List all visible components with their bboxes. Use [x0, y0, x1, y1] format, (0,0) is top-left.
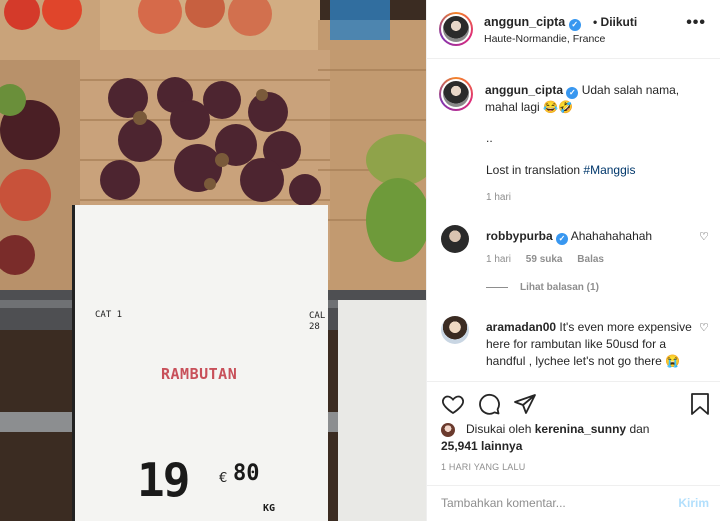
sign-category-right-line1: CAL [309, 311, 326, 321]
comment-input[interactable] [441, 496, 661, 510]
following-status[interactable]: • Diikuti [593, 15, 637, 29]
caption-line2: Lost in translation #Manggis [486, 163, 635, 177]
heart-icon[interactable] [441, 392, 465, 416]
caption-author-avatar[interactable] [439, 77, 473, 111]
sign-price-unit: KG [263, 503, 276, 514]
follow-label: Diikuti [600, 15, 638, 29]
likes-summary: Disukai oleh kerenina_sunny dan 25,941 l… [441, 421, 711, 455]
add-comment-bar: Kirim [427, 485, 720, 521]
replies-divider-line [486, 286, 508, 288]
sign-price-cents: 80 [233, 461, 260, 486]
view-replies-label: Lihat balasan (1) [520, 282, 599, 293]
caption-line2-text: Lost in translation [486, 163, 581, 177]
second-price-sign [338, 300, 426, 521]
commenter-username-link[interactable]: robbypurba [486, 229, 553, 243]
comment-time[interactable]: 1 hari [486, 254, 511, 265]
comment-reply-button[interactable]: Balas [577, 254, 604, 265]
author-avatar[interactable] [439, 12, 473, 46]
view-replies-button[interactable]: Lihat balasan (1) [486, 282, 599, 293]
liker-username-link[interactable]: kerenina_sunny [535, 422, 626, 436]
sign-price-currency: € [219, 471, 228, 486]
comment-meta: 1 hari 59 suka Balas [486, 254, 604, 265]
likes-and: dan [629, 422, 650, 436]
post-timestamp[interactable]: 1 HARI YANG LALU [441, 462, 525, 472]
caption-dots: .. [486, 131, 493, 145]
sign-product-name: RAMBUTAN [161, 365, 238, 383]
comment-like-heart-icon[interactable]: ♡ [699, 321, 709, 334]
likes-count-link[interactable]: 25,941 lainnya [441, 439, 522, 453]
author-username: anggun_cipta [484, 15, 566, 29]
liker-avatar [441, 423, 455, 437]
comment-text: Ahahahahahah [570, 229, 653, 243]
caption-text-block: anggun_cipta ✓ Udah salah nama, mahal la… [485, 82, 705, 116]
likes-prefix: Disukai oleh [466, 422, 532, 436]
sign-category-right-line2: 28 [309, 322, 320, 332]
post-comment-button[interactable]: Kirim [678, 496, 709, 510]
post-location-link[interactable]: Haute-Normandie, France [484, 33, 605, 45]
post-side-panel: anggun_cipta ✓ • Diikuti Haute-Normandie… [426, 0, 720, 521]
comment-icon[interactable] [477, 392, 501, 416]
price-sign: CAT 1 CAL 28 RAMBUTAN 19 € 80 KG [72, 205, 328, 521]
post-header: anggun_cipta ✓ • Diikuti Haute-Normandie… [427, 0, 720, 59]
commenter-username-link[interactable]: aramadan00 [486, 320, 556, 334]
hashtag-link[interactable]: #Manggis [583, 163, 635, 177]
more-options-icon[interactable]: ••• [686, 14, 706, 32]
verified-badge-icon: ✓ [566, 87, 579, 99]
follow-separator: • [593, 15, 598, 29]
share-icon[interactable] [513, 392, 537, 416]
commenter-avatar[interactable] [441, 225, 469, 253]
comment-text-block: aramadan00 It's even more expensive here… [486, 319, 694, 370]
author-username-link[interactable]: anggun_cipta ✓ [484, 15, 581, 31]
caption-username-link[interactable]: anggun_cipta [485, 83, 563, 97]
verified-badge-icon: ✓ [556, 233, 569, 245]
sign-price-whole: 19 [137, 453, 190, 507]
bookmark-icon[interactable] [689, 392, 711, 416]
comment-text-block: robbypurba ✓ Ahahahahahah [486, 228, 694, 245]
commenter-avatar[interactable] [441, 316, 469, 344]
caption-time[interactable]: 1 hari [486, 192, 511, 203]
post-photo[interactable]: CAT 1 CAL 28 RAMBUTAN 19 € 80 KG [0, 0, 426, 521]
comment-like-heart-icon[interactable]: ♡ [699, 230, 709, 243]
sign-category-right: CAL 28 [309, 311, 333, 333]
comment-likes-count[interactable]: 59 suka [526, 254, 563, 265]
post-action-bar [427, 381, 720, 425]
verified-badge-icon: ✓ [568, 19, 581, 31]
sign-category-left: CAT 1 [95, 310, 123, 320]
